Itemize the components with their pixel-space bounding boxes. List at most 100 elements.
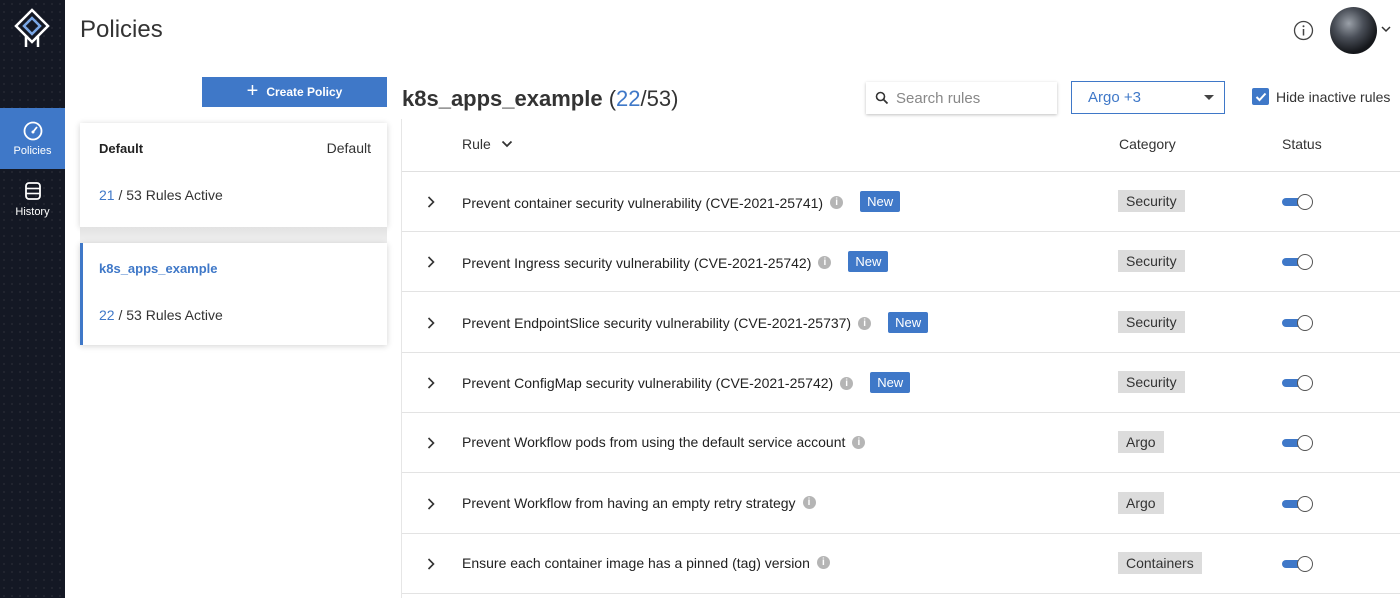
rule-header-label: Rule [462, 136, 491, 152]
nav-rail: Policies History [0, 0, 65, 598]
rule-name-text: Prevent ConfigMap security vulnerability… [462, 375, 834, 392]
category-tag: Containers [1118, 551, 1202, 574]
status-toggle[interactable] [1282, 495, 1313, 512]
policy-title: k8s_apps_example (22/53) [402, 86, 678, 112]
status-toggle[interactable] [1282, 194, 1313, 210]
avatar[interactable] [1330, 7, 1377, 54]
new-badge: New [848, 251, 889, 273]
info-icon[interactable]: i [852, 435, 866, 449]
policy-title-open-paren: ( [608, 86, 617, 111]
table-row[interactable]: Prevent container security vulnerability… [402, 172, 1400, 232]
category-filter-value: Argo +3 [1088, 89, 1141, 106]
info-icon[interactable] [1293, 20, 1314, 41]
rule-name-text: Prevent Workflow pods from using the def… [462, 434, 846, 451]
policy-name: Default [99, 141, 144, 156]
plus-icon: + [246, 80, 259, 102]
search-icon [875, 91, 889, 105]
policy-active-count: 22 [99, 307, 115, 323]
info-icon[interactable]: i [818, 256, 832, 270]
table-row[interactable]: Prevent EndpointSlice security vulnerabi… [402, 293, 1400, 353]
category-tag: Argo [1118, 491, 1164, 514]
category-column-header: Category [1119, 136, 1176, 152]
chevron-right-icon[interactable] [426, 436, 436, 450]
search-box [866, 82, 1057, 114]
rule-name: Prevent Workflow pods from using the def… [462, 434, 866, 451]
chevron-right-icon[interactable] [426, 195, 436, 209]
rule-column-header[interactable]: Rule [462, 136, 513, 152]
rule-name: Prevent Ingress security vulnerability (… [462, 251, 889, 273]
info-icon[interactable]: i [816, 556, 830, 570]
toggle-knob [1297, 555, 1313, 572]
rule-name-text: Prevent container security vulnerability… [462, 194, 824, 211]
rule-name: Prevent Workflow from having an empty re… [462, 495, 816, 511]
table-row[interactable]: Prevent Workflow from having an empty re… [402, 474, 1400, 534]
info-icon[interactable]: i [830, 196, 844, 209]
create-policy-button[interactable]: + Create Policy [202, 77, 387, 107]
divider [80, 227, 387, 243]
chevron-down-icon[interactable] [1380, 24, 1392, 34]
table-row[interactable]: Prevent Workflow pods from using the def… [402, 413, 1400, 474]
policy-active-count: 21 [99, 187, 115, 203]
policy-tag: Default [326, 140, 371, 156]
info-icon[interactable]: i [840, 376, 854, 390]
database-icon [24, 182, 41, 200]
category-tag: Security [1118, 370, 1185, 393]
policy-count-rest: 53 Rules Active [126, 307, 223, 323]
caret-down-icon [1204, 95, 1214, 100]
chevron-right-icon[interactable] [426, 316, 436, 330]
policy-title-close-paren: ) [671, 86, 679, 111]
hide-inactive-toggle[interactable]: Hide inactive rules [1252, 88, 1390, 105]
category-tag: Security [1118, 190, 1185, 212]
table-row[interactable]: Ensure each container image has a pinned… [402, 534, 1400, 594]
policy-card-default[interactable]: Default Default 21 / 53 Rules Active [80, 123, 387, 227]
table-header: Rule Category Status [402, 119, 1400, 172]
status-column-header: Status [1282, 136, 1322, 152]
nav-label-history: History [15, 206, 50, 218]
policy-name: k8s_apps_example [99, 261, 218, 276]
toggle-knob [1297, 254, 1313, 271]
policy-count-separator: / [114, 307, 127, 323]
chevron-right-icon[interactable] [426, 376, 436, 390]
policy-title-total: /53 [640, 86, 672, 111]
search-input[interactable] [896, 89, 1046, 107]
toggle-knob [1297, 374, 1313, 391]
policy-rule-count: 21 / 53 Rules Active [99, 187, 223, 203]
chevron-down-icon [501, 140, 512, 148]
chevron-right-icon[interactable] [426, 255, 436, 269]
status-toggle[interactable] [1282, 254, 1313, 271]
toggle-knob [1297, 435, 1313, 452]
rule-name: Prevent container security vulnerability… [462, 191, 901, 212]
rule-name-text: Ensure each container image has a pinned… [462, 554, 810, 571]
nav-label-policies: Policies [13, 145, 52, 157]
logo-icon[interactable] [13, 8, 51, 48]
chevron-right-icon[interactable] [426, 497, 436, 511]
toggle-knob [1297, 495, 1313, 512]
info-icon[interactable]: i [802, 496, 816, 509]
policy-count-separator: / [114, 187, 127, 203]
checkbox-checked[interactable] [1252, 88, 1269, 105]
nav-item-policies[interactable]: Policies [0, 108, 65, 169]
info-icon[interactable]: i [858, 316, 872, 330]
status-toggle[interactable] [1282, 374, 1313, 391]
chevron-right-icon[interactable] [426, 557, 436, 571]
category-tag: Security [1118, 310, 1185, 333]
new-badge: New [860, 191, 901, 212]
rule-name: Ensure each container image has a pinned… [462, 555, 830, 571]
new-badge: New [870, 371, 911, 393]
category-tag: Security [1118, 250, 1185, 273]
status-toggle[interactable] [1282, 435, 1313, 452]
hide-inactive-label: Hide inactive rules [1276, 88, 1391, 105]
rule-name-text: Prevent Workflow from having an empty re… [462, 494, 796, 511]
rule-name-text: Prevent EndpointSlice security vulnerabi… [462, 315, 852, 332]
policy-card-k8s-apps-example[interactable]: k8s_apps_example 22 / 53 Rules Active [80, 243, 387, 345]
table-row[interactable]: Prevent ConfigMap security vulnerability… [402, 353, 1400, 413]
nav-item-history[interactable]: History [0, 169, 65, 230]
new-badge: New [888, 311, 929, 333]
table-row[interactable]: Prevent Ingress security vulnerability (… [402, 232, 1400, 293]
toggle-knob [1297, 314, 1313, 331]
policy-rule-count: 22 / 53 Rules Active [99, 307, 223, 323]
status-toggle[interactable] [1282, 314, 1313, 331]
category-filter-select[interactable]: Argo +3 [1071, 81, 1225, 114]
status-toggle[interactable] [1282, 555, 1313, 572]
policy-title-name: k8s_apps_example [402, 86, 603, 111]
